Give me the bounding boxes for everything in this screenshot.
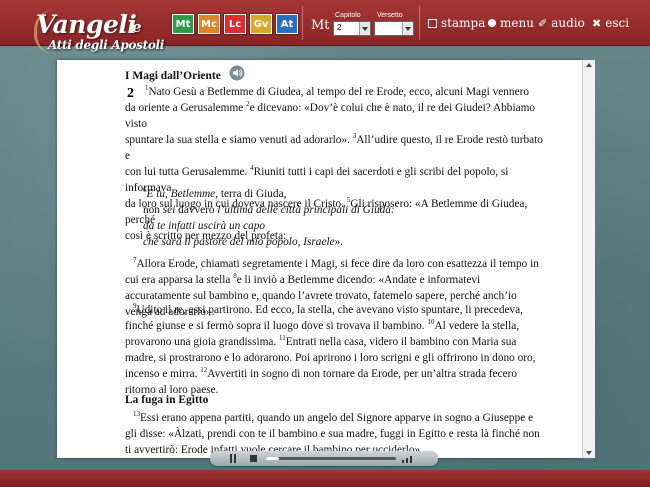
playback-progress-fill <box>266 457 279 460</box>
stop-icon[interactable] <box>250 455 257 462</box>
print-label: stampa <box>441 16 486 30</box>
bottom-bar <box>0 470 650 487</box>
playback-progress[interactable] <box>266 457 396 460</box>
toolbar-divider <box>419 6 420 40</box>
toolbar-divider <box>302 6 303 40</box>
paragraph-1: 1Nato Gesù a Betlemme di Giudea, al temp… <box>145 84 545 100</box>
audio-button[interactable]: ✐ audio <box>538 16 585 30</box>
scripture-page: I Magi dall’Oriente 2 1Nato Gesù a Betle… <box>57 60 582 458</box>
chapter-value: 2 <box>337 23 342 32</box>
verse-line: 1Nato Gesù a Betlemme di Giudea, al temp… <box>145 84 545 100</box>
chevron-down-icon[interactable] <box>402 22 413 35</box>
quote-text: da te infatti uscirà un capo <box>143 220 266 232</box>
verse-select[interactable] <box>374 21 414 36</box>
audio-label: audio <box>551 16 585 30</box>
pause-icon[interactable] <box>228 454 237 463</box>
gospel-button-lc[interactable]: Lc <box>224 14 246 34</box>
gospel-selector: Mt Mc Lc Gv At <box>172 14 298 34</box>
audio-player <box>210 451 438 466</box>
verse-number: 13 <box>133 410 140 419</box>
gospel-button-mt[interactable]: Mt <box>172 14 194 34</box>
quote-text: l’ultima delle città principali di Giuda… <box>217 204 395 216</box>
quote-text: non <box>143 204 163 216</box>
verse-text: Nato Gesù a Betlemme di Giudea, al tempo… <box>148 86 530 98</box>
vertical-scrollbar[interactable] <box>582 60 595 458</box>
quote-text: sei <box>162 204 176 216</box>
prophecy-quote: 6E tu, Betlemme, terra di Giuda, non sei… <box>143 186 503 250</box>
quote-text: E tu, Betlemme, <box>146 188 219 200</box>
gospel-button-gv[interactable]: Gv <box>250 14 272 34</box>
verse-text: Essi erano appena partiti, quando un ang… <box>125 412 540 456</box>
print-button[interactable]: stampa <box>428 16 485 30</box>
quote-text: davvero <box>175 204 218 216</box>
audio-icon: ✐ <box>538 16 548 30</box>
gospel-button-mc[interactable]: Mc <box>198 14 220 34</box>
logo-subtitle: Atti degli Apostoli <box>48 38 165 52</box>
verse-label: Versetto <box>377 12 403 19</box>
menu-button[interactable]: menu <box>488 16 534 30</box>
verse-text: con lui tutta Gerusalemme. <box>125 166 251 178</box>
chapter-label: Capitolo <box>335 12 361 19</box>
volume-icon[interactable] <box>402 455 416 463</box>
print-icon <box>428 18 437 28</box>
chapter-select[interactable]: 2 <box>333 21 371 36</box>
verse-text: da oriente a Gerusalemme <box>125 102 247 114</box>
logo-conjunction: e <box>132 18 142 36</box>
chevron-down-icon[interactable] <box>359 22 370 35</box>
logo-title: Vangeli <box>36 10 137 39</box>
verse-text: spuntare la sua stella e siamo venuti ad… <box>125 134 353 146</box>
scroll-down-arrow-icon[interactable] <box>583 448 595 458</box>
section-title: La fuga in Egitto <box>125 394 209 406</box>
scroll-up-arrow-icon[interactable] <box>583 60 595 70</box>
close-icon: ✖ <box>592 16 602 30</box>
quote-text: ». <box>334 236 344 248</box>
gospel-button-at[interactable]: At <box>276 14 298 34</box>
paragraph-3: 9Udito il re, essi partirono. Ed ecco, l… <box>125 302 545 398</box>
current-book: Mt <box>311 18 330 33</box>
quote-text: che sarà il pastore del mio popolo, Isra… <box>143 236 335 248</box>
speaker-icon[interactable] <box>229 65 245 81</box>
quote-text: terra di Giuda, <box>218 188 287 200</box>
menu-label: menu <box>500 16 534 30</box>
section-title: I Magi dall’Oriente <box>125 70 221 82</box>
verse-number: 11 <box>279 334 286 343</box>
exit-button[interactable]: ✖ esci <box>592 16 629 30</box>
menu-icon <box>488 19 496 27</box>
exit-label: esci <box>605 16 630 30</box>
